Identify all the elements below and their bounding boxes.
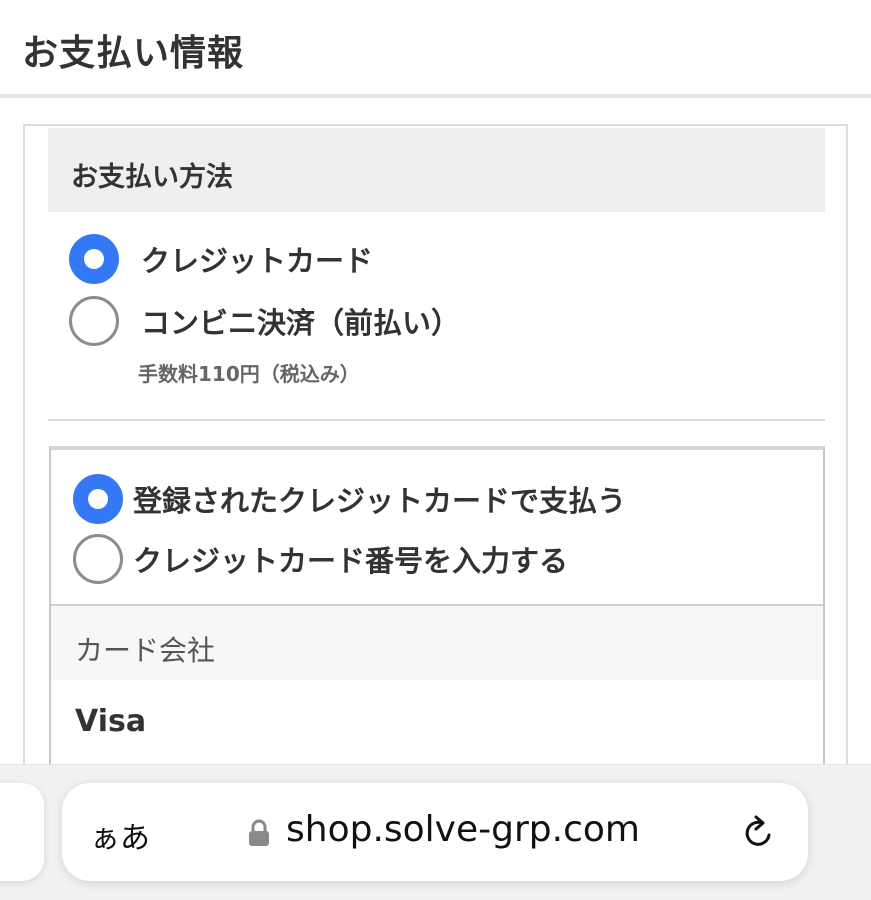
option-registered-card-label[interactable]: 登録されたクレジットカードで支払う: [133, 478, 626, 520]
card-options-box: 登録されたクレジットカードで支払う クレジットカード番号を入力する カード会社 …: [49, 446, 825, 786]
url-text[interactable]: shop.solve-grp.com: [286, 809, 640, 850]
reload-icon[interactable]: [738, 813, 778, 853]
lock-icon: [249, 819, 269, 846]
card-company-header: カード会社: [51, 606, 823, 680]
page-title: お支払い情報: [22, 33, 245, 74]
address-bar[interactable]: ぁあ shop.solve-grp.com: [62, 783, 808, 881]
previous-tab[interactable]: [0, 783, 44, 881]
radio-credit-card[interactable]: [69, 234, 119, 284]
payment-method-header: お支払い方法: [48, 128, 825, 212]
option-convenience-store-label[interactable]: コンビニ決済（前払い）: [141, 300, 460, 342]
page-header: お支払い情報: [0, 0, 871, 98]
option-enter-card-number-label[interactable]: クレジットカード番号を入力する: [133, 538, 568, 580]
card-company-label: カード会社: [75, 634, 216, 667]
option-credit-card-label[interactable]: クレジットカード: [141, 238, 373, 280]
card-company-value: Visa: [75, 704, 147, 739]
payment-card: お支払い方法 クレジットカード コンビニ決済（前払い） 手数料110円（税込み）…: [23, 124, 848, 786]
browser-toolbar: ぁあ shop.solve-grp.com: [0, 764, 871, 900]
radio-convenience-store[interactable]: [69, 296, 119, 346]
radio-enter-card-number[interactable]: [73, 534, 123, 584]
radio-registered-card[interactable]: [73, 474, 123, 524]
payment-method-title: お支払い方法: [71, 162, 233, 193]
divider: [48, 419, 825, 421]
text-size-button[interactable]: ぁあ: [90, 813, 150, 857]
fee-note: 手数料110円（税込み）: [138, 362, 360, 386]
page: お支払い情報 お支払い方法 クレジットカード コンビニ決済（前払い） 手数料11…: [0, 0, 871, 900]
